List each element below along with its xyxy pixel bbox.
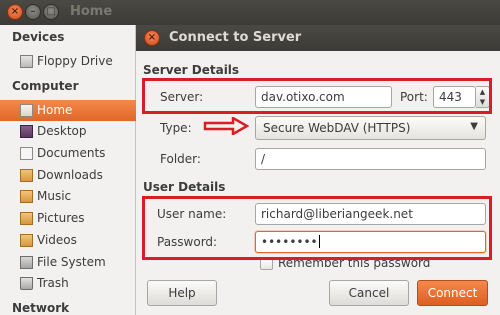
downloads-folder-icon (20, 169, 33, 182)
sidebar-section-computer: Computer (12, 79, 79, 93)
sidebar-item-label: Trash (37, 276, 69, 290)
sidebar-item-home[interactable]: Home (0, 100, 136, 121)
annotation-box-server (142, 78, 492, 114)
sidebar-item-label: Desktop (37, 124, 87, 138)
cancel-button[interactable]: Cancel (329, 280, 409, 306)
sidebar-item-label: File System (37, 255, 106, 269)
sidebar-item-label: Videos (37, 233, 77, 247)
videos-folder-icon (20, 234, 33, 247)
type-dropdown[interactable]: Secure WebDAV (HTTPS) ▼ (255, 116, 486, 140)
floppy-drive-icon (20, 55, 33, 68)
chevron-down-icon: ▼ (470, 121, 478, 132)
file-system-icon (20, 256, 33, 269)
home-folder-icon (20, 104, 33, 117)
window-minimize-button[interactable]: – (25, 4, 41, 20)
places-sidebar: Devices Floppy Drive Computer Home Deskt… (0, 25, 136, 315)
sidebar-item-floppy-drive[interactable]: Floppy Drive (0, 51, 136, 72)
connect-button[interactable]: Connect (417, 280, 488, 306)
music-folder-icon (20, 190, 33, 203)
sidebar-item-videos[interactable]: Videos (0, 230, 136, 251)
sidebar-item-label: Documents (37, 146, 106, 160)
user-details-heading: User Details (143, 180, 226, 194)
sidebar-item-file-system[interactable]: File System (0, 252, 136, 273)
connect-to-server-dialog: × Connect to Server Server Details Serve… (136, 25, 500, 315)
folder-label: Folder: (160, 152, 201, 166)
sidebar-section-devices: Devices (12, 30, 65, 44)
sidebar-item-desktop[interactable]: Desktop (0, 121, 136, 142)
type-label: Type: (160, 121, 192, 135)
help-button[interactable]: Help (147, 280, 217, 306)
window-title: Home (70, 4, 113, 19)
sidebar-item-music[interactable]: Music (0, 186, 136, 207)
pictures-folder-icon (20, 212, 33, 225)
close-icon: × (10, 6, 20, 17)
annotation-box-user-details (142, 196, 492, 260)
sidebar-item-documents[interactable]: Documents (0, 143, 136, 164)
dialog-close-button[interactable]: × (144, 30, 160, 46)
maximize-icon: □ (46, 6, 56, 17)
folder-input[interactable]: / (255, 148, 486, 170)
sidebar-item-label: Pictures (37, 211, 85, 225)
sidebar-item-pictures[interactable]: Pictures (0, 208, 136, 229)
desktop-folder-icon (20, 125, 33, 138)
minimize-icon: – (30, 6, 36, 17)
dialog-title: Connect to Server (169, 30, 302, 45)
documents-folder-icon (20, 147, 33, 160)
sidebar-item-label: Home (37, 103, 73, 117)
sidebar-section-network: Network (12, 301, 70, 315)
trash-icon (20, 277, 33, 290)
sidebar-item-trash[interactable]: Trash (0, 273, 136, 294)
window-close-button[interactable]: × (7, 4, 23, 20)
close-icon: × (147, 32, 157, 43)
sidebar-item-label: Music (37, 189, 72, 203)
type-dropdown-value: Secure WebDAV (HTTPS) (263, 121, 411, 135)
window-maximize-button[interactable]: □ (43, 4, 59, 20)
sidebar-item-label: Downloads (37, 168, 103, 182)
sidebar-item-label: Floppy Drive (37, 54, 113, 68)
dialog-titlebar: × Connect to Server (136, 25, 500, 51)
file-manager-titlebar: × – □ Home (0, 0, 500, 25)
server-details-heading: Server Details (143, 63, 240, 77)
sidebar-item-downloads[interactable]: Downloads (0, 165, 136, 186)
annotation-arrow-icon (203, 117, 249, 135)
